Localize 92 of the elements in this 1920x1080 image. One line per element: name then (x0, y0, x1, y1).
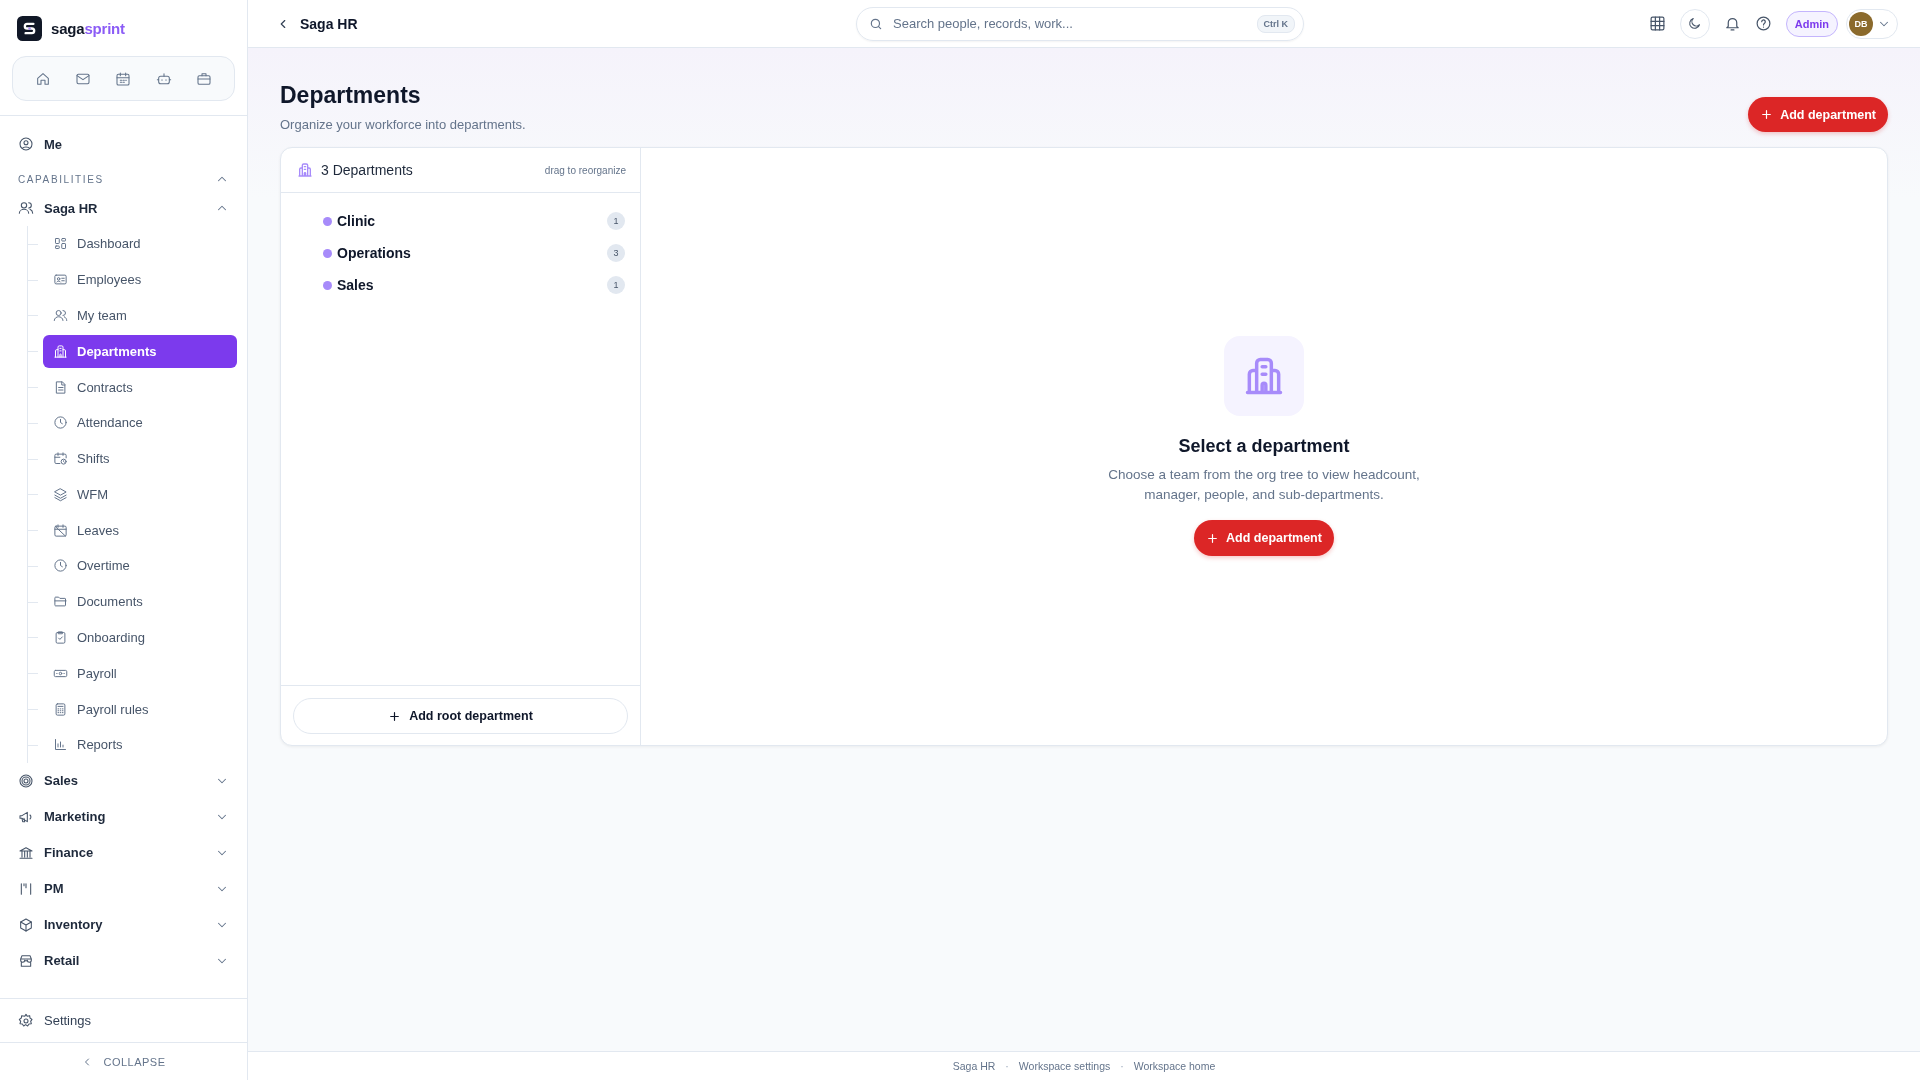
nav-item[interactable]: Documents (43, 585, 237, 619)
nav-group[interactable]: Finance (10, 834, 237, 871)
user-circle-icon (18, 136, 34, 152)
plus-icon (1206, 531, 1220, 545)
me-nav-item[interactable]: Me (10, 128, 237, 160)
nav-item[interactable]: WFM (43, 477, 237, 511)
layers-icon (53, 486, 68, 502)
logo-icon (17, 16, 42, 41)
nav-item[interactable]: Employees (43, 263, 237, 297)
status-dot (323, 280, 332, 290)
count-badge: 1 (607, 212, 625, 230)
empty-state-title: Select a department (1178, 436, 1350, 457)
building-icon (53, 343, 68, 359)
footer-link[interactable]: Saga HR (952, 1060, 996, 1072)
nav-item[interactable]: Leaves (43, 513, 237, 547)
nav-group[interactable]: Inventory (10, 906, 237, 943)
store-icon (18, 952, 34, 969)
nav-item[interactable]: Shifts (43, 442, 237, 476)
nav-group[interactable]: Saga HR (10, 190, 237, 226)
folder-icon (53, 594, 68, 610)
add-department-button[interactable]: Add department (1194, 520, 1334, 556)
nav-group[interactable]: Retail (10, 942, 237, 979)
status-dot (323, 216, 332, 226)
add-root-department-button[interactable]: Add root department (293, 698, 628, 734)
package-icon (18, 916, 34, 933)
notifications-icon[interactable] (1723, 15, 1741, 32)
page-title: Departments (280, 82, 422, 109)
building-icon (297, 162, 313, 178)
calendar-clock-icon (53, 451, 68, 467)
empty-state-text: Choose a team from the org tree to view headcount, manager, people, and sub-departments. (1107, 466, 1421, 504)
status-dot (323, 248, 332, 258)
robot-icon[interactable] (155, 70, 172, 87)
department-item[interactable]: Clinic 1 (323, 205, 625, 237)
target-icon (18, 772, 34, 789)
section-label: CAPABILITIES (18, 173, 104, 185)
plus-icon (388, 709, 402, 723)
clock-icon (53, 415, 68, 431)
calendar-icon[interactable] (115, 70, 132, 87)
nav-group[interactable]: Sales (10, 762, 237, 799)
briefcase-icon[interactable] (195, 70, 212, 87)
avatar: DB (1849, 11, 1873, 36)
nav-group[interactable]: Marketing (10, 798, 237, 835)
add-department-button[interactable]: Add department (1748, 97, 1888, 132)
document-icon (53, 379, 68, 395)
search-field[interactable]: Search people, records, work... (891, 15, 1249, 32)
search-icon (869, 16, 883, 31)
help-icon[interactable] (1754, 15, 1772, 32)
count-badge: 3 (607, 244, 625, 262)
nav-item[interactable]: My team (43, 298, 237, 332)
nav-item[interactable]: Reports (43, 728, 237, 762)
nav-item[interactable]: Dashboard (43, 227, 237, 261)
footer-link[interactable]: Workspace settings (1018, 1060, 1111, 1072)
role-badge[interactable]: Admin (1785, 10, 1838, 37)
breadcrumb[interactable]: Saga HR (300, 15, 358, 32)
nav-item[interactable]: Payroll (43, 656, 237, 690)
clock-icon (53, 558, 68, 574)
nav-item[interactable]: Overtime (43, 549, 237, 583)
page-subtitle: Organize your workforce into departments. (280, 117, 526, 132)
footer-link[interactable]: Workspace home (1133, 1060, 1216, 1072)
nav-item[interactable]: Contracts (43, 370, 237, 404)
moon-icon (1687, 16, 1703, 31)
separator: · (1005, 1060, 1009, 1072)
department-item[interactable]: Operations 3 (323, 237, 625, 269)
bar-chart-icon (53, 737, 68, 753)
people-icon (18, 200, 34, 216)
separator: · (1120, 1060, 1124, 1072)
settings-nav-item[interactable]: Settings (10, 1004, 99, 1037)
settings-icon (18, 1012, 34, 1029)
nav-item[interactable]: Payroll rules (43, 692, 237, 726)
building-icon (1224, 336, 1304, 416)
department-item[interactable]: Sales 1 (323, 269, 625, 301)
id-card-icon (53, 272, 68, 288)
apps-grid-icon[interactable] (1648, 15, 1666, 32)
home-icon[interactable] (35, 70, 52, 87)
columns-icon (18, 880, 34, 897)
shortcut-hint: Ctrl K (1256, 14, 1295, 33)
calendar-cross-icon (53, 522, 68, 538)
drag-hint: drag to reorganize (544, 164, 626, 176)
nav-item[interactable]: Attendance (43, 406, 237, 440)
dashboard-icon (53, 236, 68, 252)
clipboard-check-icon (53, 630, 68, 645)
calculator-icon (53, 701, 68, 717)
brand-name: sagasprint (51, 20, 125, 37)
nav-item[interactable]: Departments (43, 334, 237, 368)
department-count: 3 Departments (321, 162, 414, 178)
plus-icon (1760, 108, 1774, 121)
nav-item[interactable]: Onboarding (43, 621, 237, 654)
collapse-button[interactable]: COLLAPSE (75, 1053, 172, 1070)
bank-icon (18, 844, 34, 861)
count-badge: 1 (607, 276, 625, 294)
people-icon (53, 307, 68, 323)
nav-group[interactable]: PM (10, 870, 237, 907)
